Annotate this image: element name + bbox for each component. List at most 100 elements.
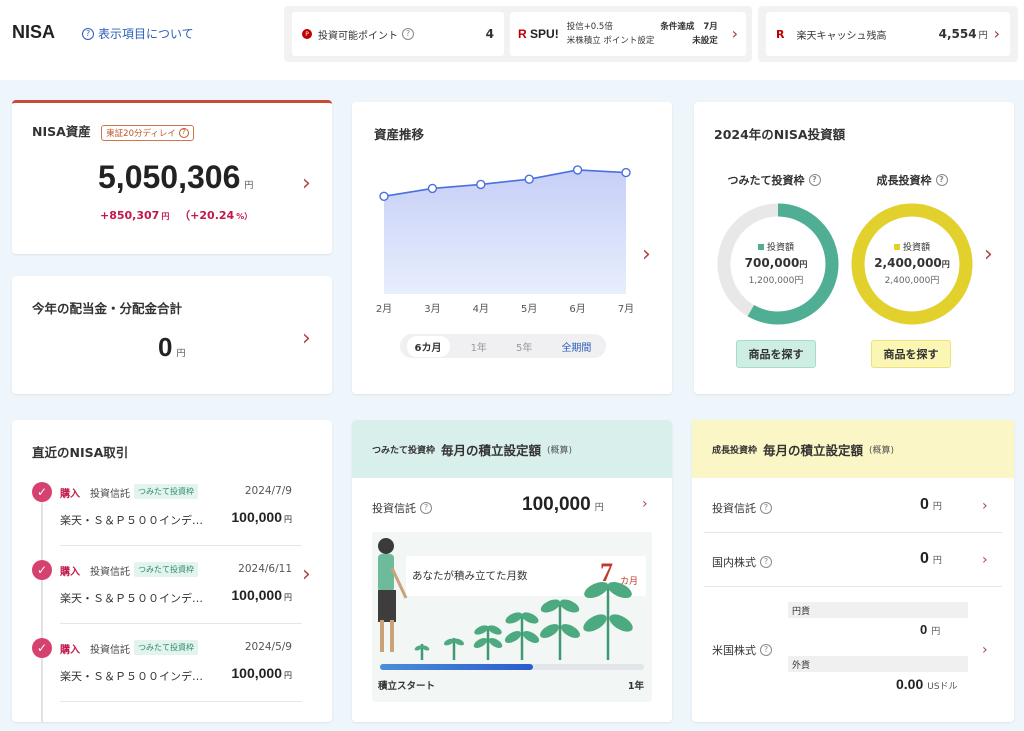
chevron-right-icon[interactable]: › bbox=[982, 642, 988, 658]
tab-6m[interactable]: 6カ月 bbox=[406, 335, 450, 357]
dividends-card[interactable]: 今年の配当金・分配金合計 0 円 › bbox=[12, 276, 332, 394]
question-icon: ? bbox=[420, 502, 432, 514]
trend-point[interactable] bbox=[427, 183, 438, 194]
tsumitate-tag: つみたて投資枠 bbox=[372, 445, 436, 456]
growth-fund-label: 投資信託 bbox=[712, 502, 756, 515]
growth-limit: 2,400,000 bbox=[884, 276, 931, 286]
tx-type: 購入 bbox=[60, 567, 80, 578]
asset-trend-card[interactable]: 資産推移 2月 3月 4月 5月 6月 7月 6カ月 1年 5年 全期間 › bbox=[352, 102, 672, 394]
top-bar: NISA ? 表示項目について P 投資可能ポイント ? 4 R SPU! 投信… bbox=[0, 0, 1024, 80]
nisa-invest-card[interactable]: 2024年のNISA投資額 つみたて投資枠 ? 成長投資枠 ? 投資額 700,… bbox=[694, 102, 1014, 394]
tsumitate-note: (概算) bbox=[547, 445, 573, 456]
monthly-growth-card[interactable]: 成長投資枠 毎月の積立設定額 (概算) 投資信託 ? 0 円 › 国内株式 ? … bbox=[692, 420, 1014, 722]
growth-note: (概算) bbox=[869, 445, 895, 456]
tx-type: 購入 bbox=[60, 645, 80, 656]
tsumitate-label: つみたて投資枠 bbox=[727, 174, 805, 187]
rakuten-point-icon: P bbox=[302, 29, 312, 39]
tx-date: 2024/6/11 bbox=[238, 563, 292, 575]
trend-x-tick: 7月 bbox=[618, 303, 634, 315]
timeline-line bbox=[41, 488, 43, 722]
growth-monthly-title: 毎月の積立設定額 bbox=[763, 442, 864, 458]
growth-legend: 投資額 bbox=[902, 243, 930, 253]
tsumitate-fund-value: 100,000 bbox=[522, 494, 591, 515]
chevron-right-icon[interactable]: › bbox=[642, 242, 651, 267]
tsumitate-fund-label: 投資信託 bbox=[372, 502, 416, 515]
us-jpy-value: 0 bbox=[920, 622, 928, 637]
chevron-right-icon[interactable]: › bbox=[982, 552, 988, 568]
tx-amount: 100,000 bbox=[231, 587, 282, 603]
find-products-growth-button[interactable]: 商品を探す bbox=[871, 340, 951, 368]
points-card[interactable]: P 投資可能ポイント ? 4 bbox=[292, 12, 504, 56]
monthly-tsumitate-card[interactable]: つみたて投資枠 毎月の積立設定額 (概算) 投資信託 ? 100,000 円 ›… bbox=[352, 420, 672, 722]
tx-tag: つみたて投資枠 bbox=[134, 562, 198, 577]
tx-tag: つみたて投資枠 bbox=[134, 484, 198, 499]
page-title: NISA bbox=[12, 22, 56, 42]
question-icon: ? bbox=[760, 502, 772, 514]
person-illustration bbox=[378, 538, 408, 652]
trend-point[interactable] bbox=[476, 179, 486, 190]
divider bbox=[704, 586, 1002, 587]
points-label: 投資可能ポイント bbox=[318, 30, 398, 42]
growth-label: 成長投資枠 bbox=[876, 174, 932, 187]
cash-value: 4,554 bbox=[938, 27, 977, 41]
asset-trend-chart: 2月 3月 4月 5月 6月 7月 bbox=[376, 165, 634, 315]
points-value: 4 bbox=[485, 27, 494, 41]
spu-logo: R SPU! bbox=[518, 27, 559, 41]
tab-all[interactable]: 全期間 bbox=[553, 336, 599, 357]
tx-fund-name: 楽天・Ｓ＆Ｐ５００インデ… bbox=[60, 592, 203, 605]
us-fx-value: 0.00 bbox=[896, 676, 924, 692]
cash-group: R 楽天キャッシュ残高 4,554 円 › bbox=[758, 6, 1018, 62]
trend-point[interactable] bbox=[621, 167, 631, 178]
help-link[interactable]: ? 表示項目について bbox=[82, 25, 194, 42]
divider bbox=[60, 701, 302, 702]
chevron-right-icon[interactable]: › bbox=[302, 326, 311, 351]
spu-status: 未設定 bbox=[692, 36, 718, 46]
find-products-tsumitate-button[interactable]: 商品を探す bbox=[736, 340, 816, 368]
growth-jp-stock-value: 0 bbox=[920, 550, 929, 567]
trend-point[interactable] bbox=[524, 174, 534, 184]
tx-kind: 投資信託 bbox=[90, 489, 130, 500]
cash-card[interactable]: R 楽天キャッシュ残高 4,554 円 › bbox=[766, 12, 1010, 56]
trend-point[interactable] bbox=[379, 191, 389, 202]
chevron-right-icon[interactable]: › bbox=[982, 498, 988, 514]
spu-cond-value: 7月 bbox=[703, 22, 718, 32]
tx-date: 2024/5/9 bbox=[244, 641, 292, 653]
tab-5y[interactable]: 5年 bbox=[508, 336, 540, 357]
plant-sprout bbox=[414, 644, 430, 660]
tsumitate-limit: 1,200,000 bbox=[748, 276, 795, 286]
trend-x-tick: 2月 bbox=[376, 303, 392, 315]
chevron-right-icon[interactable]: › bbox=[302, 171, 311, 196]
question-icon: ? bbox=[760, 644, 772, 656]
tsumitate-monthly-title: 毎月の積立設定額 bbox=[441, 442, 542, 458]
chevron-right-icon: › bbox=[731, 24, 738, 43]
growth-amount: 2,400,000 bbox=[874, 256, 942, 270]
fx-label: 外貨 bbox=[788, 656, 968, 672]
spu-card[interactable]: R SPU! 投信+0.5倍 米株積立 ポイント設定 条件達成 7月 未設定 › bbox=[510, 12, 746, 56]
recent-transactions-card[interactable]: 直近のNISA取引 ✓ 購入 投資信託 つみたて投資枠 2024/7/9 楽天・… bbox=[12, 420, 332, 722]
tx-tag: つみたて投資枠 bbox=[134, 640, 198, 655]
growth-us-stock-label: 米国株式 bbox=[712, 644, 756, 657]
chevron-right-icon[interactable]: › bbox=[302, 562, 311, 587]
spu-line1: 投信+0.5倍 bbox=[566, 22, 613, 32]
plant-sprout bbox=[473, 625, 503, 660]
months-progress-track bbox=[380, 664, 644, 670]
nisa-assets-card[interactable]: NISA資産 東証20分ディレイ? 5,050,306 円 +850,307 円 … bbox=[12, 100, 332, 254]
plant-sprout bbox=[540, 599, 580, 660]
tx-type: 購入 bbox=[60, 489, 80, 500]
dividends-title: 今年の配当金・分配金合計 bbox=[32, 301, 183, 316]
start-label: 積立スタート bbox=[378, 681, 436, 692]
assets-change: +850,307 bbox=[100, 209, 160, 222]
assets-title: NISA資産 bbox=[32, 124, 91, 139]
assets-change-pct: （+20.24 bbox=[179, 209, 235, 222]
question-icon: ? bbox=[82, 27, 94, 40]
chevron-right-icon[interactable]: › bbox=[642, 496, 648, 512]
growth-header: 成長投資枠 毎月の積立設定額 (概算) bbox=[692, 420, 1014, 478]
plant-sprout bbox=[504, 612, 540, 660]
tab-1y[interactable]: 1年 bbox=[463, 336, 495, 357]
tx-fund-name: 楽天・Ｓ＆Ｐ５００インデ… bbox=[60, 514, 203, 527]
question-icon: ? bbox=[808, 174, 821, 186]
spu-cond-label: 条件達成 bbox=[660, 22, 695, 32]
chevron-right-icon[interactable]: › bbox=[984, 242, 993, 267]
trend-point[interactable] bbox=[572, 165, 583, 175]
points-group: P 投資可能ポイント ? 4 R SPU! 投信+0.5倍 米株積立 ポイント設… bbox=[284, 6, 752, 62]
